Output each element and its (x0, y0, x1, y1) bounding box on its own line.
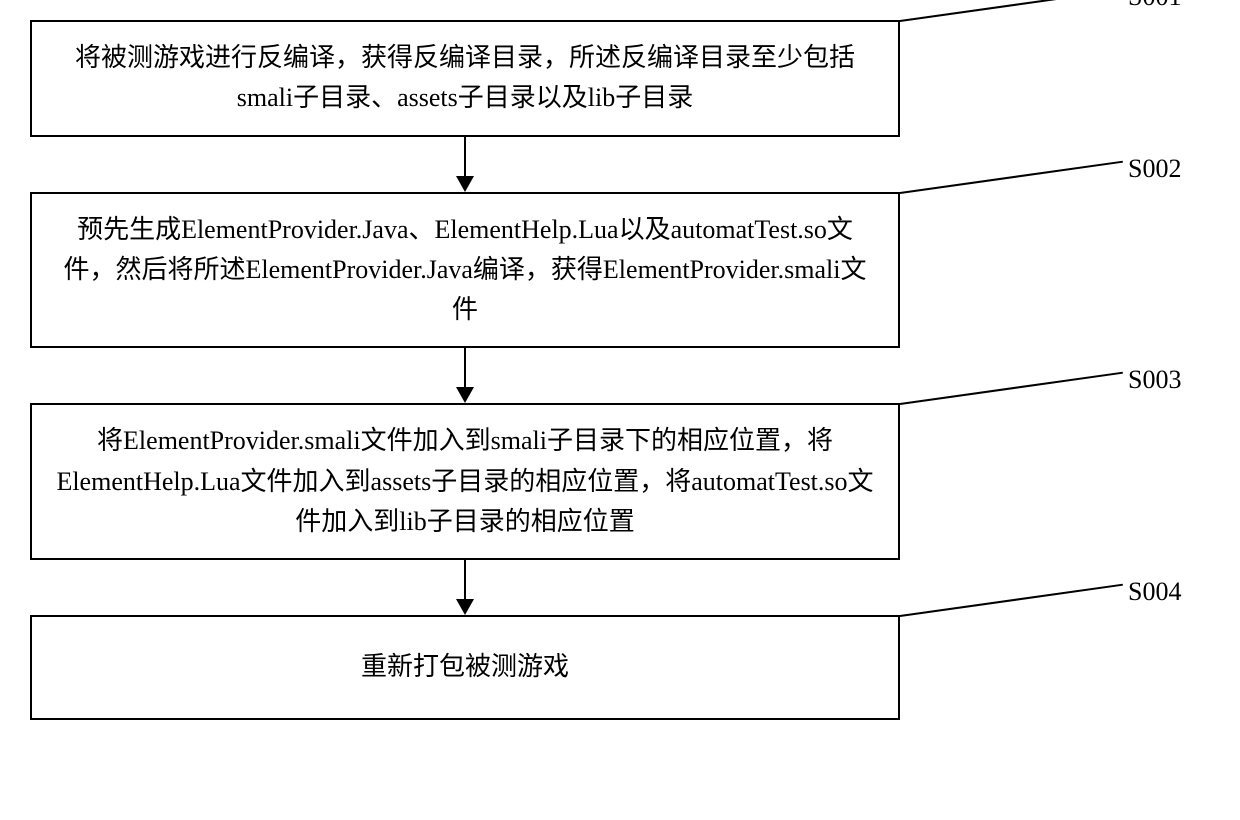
step-2-box: 预先生成ElementProvider.Java、ElementHelp.Lua… (30, 192, 900, 349)
arrow-3 (30, 560, 900, 615)
arrow-1-shaft (464, 137, 466, 177)
step-4-box: 重新打包被测游戏 (30, 615, 900, 719)
step-4-text: 重新打包被测游戏 (361, 652, 569, 681)
step-4-label: S004 (1128, 577, 1181, 607)
step-3-wrapper: 将ElementProvider.smali文件加入到smali子目录下的相应位… (30, 403, 1210, 560)
arrow-2 (30, 348, 900, 403)
arrow-2-head (456, 387, 474, 403)
step-1-text: 将被测游戏进行反编译，获得反编译目录，所述反编译目录至少包括smali子目录、a… (75, 43, 855, 112)
step-1-label: S001 (1128, 0, 1181, 12)
step-3-leader (900, 372, 1123, 405)
arrow-1 (30, 137, 900, 192)
step-3-label: S003 (1128, 365, 1181, 395)
step-2-text: 预先生成ElementProvider.Java、ElementHelp.Lua… (63, 215, 866, 325)
step-3-box: 将ElementProvider.smali文件加入到smali子目录下的相应位… (30, 403, 900, 560)
arrow-2-shaft (464, 348, 466, 388)
step-2-wrapper: 预先生成ElementProvider.Java、ElementHelp.Lua… (30, 192, 1210, 349)
arrow-3-head (456, 599, 474, 615)
step-2-label: S002 (1128, 154, 1181, 184)
step-1-box: 将被测游戏进行反编译，获得反编译目录，所述反编译目录至少包括smali子目录、a… (30, 20, 900, 137)
step-2-leader (900, 160, 1123, 193)
flowchart: 将被测游戏进行反编译，获得反编译目录，所述反编译目录至少包括smali子目录、a… (30, 20, 1210, 720)
step-3-text: 将ElementProvider.smali文件加入到smali子目录下的相应位… (56, 426, 873, 536)
arrow-1-head (456, 176, 474, 192)
step-1-wrapper: 将被测游戏进行反编译，获得反编译目录，所述反编译目录至少包括smali子目录、a… (30, 20, 1210, 137)
arrow-3-shaft (464, 560, 466, 600)
step-4-wrapper: 重新打包被测游戏 S004 (30, 615, 1210, 719)
step-1-leader (900, 0, 1123, 22)
step-4-leader (900, 584, 1123, 617)
